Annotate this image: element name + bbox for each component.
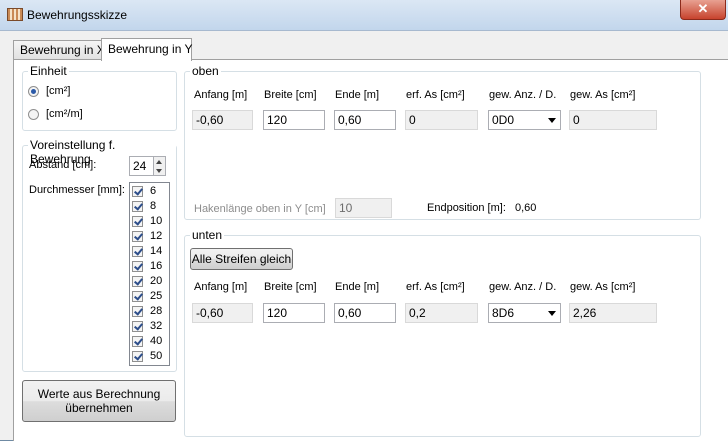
unten-gew-anz-value: 8D6 bbox=[492, 306, 515, 320]
oben-anfang-input: -0,60 bbox=[192, 110, 253, 130]
app-icon bbox=[7, 8, 23, 21]
checkbox-checked[interactable] bbox=[132, 336, 143, 347]
radio-cm2[interactable] bbox=[28, 86, 39, 97]
abstand-input[interactable]: 24 bbox=[129, 156, 154, 176]
unten-erf-as-input: 0,2 bbox=[405, 303, 478, 323]
breite-header: Breite [cm] bbox=[264, 281, 317, 293]
radio-cm2-label: [cm²] bbox=[46, 85, 71, 97]
chevron-down-icon[interactable] bbox=[548, 118, 556, 123]
checkbox-checked[interactable] bbox=[132, 291, 143, 302]
durchmesser-checklist[interactable]: 6 8 10 12 14 16 20 25 28 32 40 50 bbox=[129, 182, 170, 366]
checkbox-checked[interactable] bbox=[132, 216, 143, 227]
oben-gew-as-input: 0 bbox=[569, 110, 657, 130]
checkbox-checked[interactable] bbox=[132, 276, 143, 287]
gew-as-header: gew. As [cm²] bbox=[570, 89, 636, 101]
radio-cm2-per-m[interactable] bbox=[28, 109, 39, 120]
unten-anfang-input: -0,60 bbox=[192, 303, 253, 323]
oben-title: oben bbox=[190, 64, 221, 78]
oben-gew-anz-value: 0D0 bbox=[492, 113, 515, 127]
checkbox-checked[interactable] bbox=[132, 246, 143, 257]
anfang-header: Anfang [m] bbox=[194, 89, 248, 101]
erf-as-header: erf. As [cm²] bbox=[406, 281, 465, 293]
chevron-down-icon[interactable] bbox=[548, 311, 556, 316]
abstand-label: Abstand [cm]: bbox=[29, 159, 97, 171]
close-button[interactable]: ✕ bbox=[680, 0, 726, 20]
spin-down-icon[interactable] bbox=[156, 169, 162, 173]
unten-breite-input[interactable]: 120 bbox=[263, 303, 325, 323]
unten-title: unten bbox=[190, 228, 225, 242]
durchmesser-label: Durchmesser [mm]: bbox=[29, 184, 125, 196]
tab-bewehrung-x[interactable]: Bewehrung in X bbox=[13, 40, 105, 60]
oben-breite-input[interactable]: 120 bbox=[263, 110, 325, 130]
title-bar[interactable]: Bewehrungsskizze ✕ bbox=[0, 0, 728, 31]
checkbox-checked[interactable] bbox=[132, 261, 143, 272]
oben-ende-input[interactable]: 0,60 bbox=[334, 110, 396, 130]
unten-gew-as-input: 2,26 bbox=[569, 303, 657, 323]
gew-anz-header: gew. Anz. / D. bbox=[489, 89, 557, 101]
voreinstellung-group: Voreinstellung f. Bewehrung Abstand [cm]… bbox=[22, 138, 177, 372]
werte-button-line2: übernehmen bbox=[65, 401, 133, 415]
werte-uebernehmen-button[interactable]: Werte aus Berechnung übernehmen bbox=[22, 380, 176, 422]
endposition-label: Endposition [m]: bbox=[427, 202, 506, 214]
unten-group: unten Alle Streifen gleich Anfang [m] Br… bbox=[184, 228, 701, 437]
radio-cm2-per-m-label: [cm²/m] bbox=[46, 108, 83, 120]
alle-streifen-gleich-button[interactable]: Alle Streifen gleich bbox=[190, 248, 293, 270]
erf-as-header: erf. As [cm²] bbox=[406, 89, 465, 101]
checkbox-checked[interactable] bbox=[132, 321, 143, 332]
gew-anz-header: gew. Anz. / D. bbox=[489, 281, 557, 293]
hakenlaenge-input: 10 bbox=[335, 198, 392, 218]
abstand-spinner[interactable] bbox=[154, 156, 166, 176]
spin-up-icon[interactable] bbox=[156, 160, 162, 164]
checkbox-checked[interactable] bbox=[132, 231, 143, 242]
oben-erf-as-input: 0 bbox=[405, 110, 478, 130]
close-icon: ✕ bbox=[697, 1, 709, 16]
checkbox-checked[interactable] bbox=[132, 186, 143, 197]
anfang-header: Anfang [m] bbox=[194, 281, 248, 293]
einheit-group: Einheit [cm²] [cm²/m] bbox=[22, 64, 177, 131]
ende-header: Ende [m] bbox=[335, 89, 380, 101]
breite-header: Breite [cm] bbox=[264, 89, 317, 101]
werte-button-line1: Werte aus Berechnung bbox=[37, 387, 161, 401]
oben-gew-anz-select[interactable]: 0D0 bbox=[488, 110, 561, 130]
radio-selected-dot bbox=[31, 89, 36, 94]
checkbox-checked[interactable] bbox=[132, 201, 143, 212]
dialog-window: Bewehrungsskizze ✕ Bewehrung in X Bewehr… bbox=[0, 0, 728, 441]
checkbox-checked[interactable] bbox=[132, 306, 143, 317]
gew-as-header: gew. As [cm²] bbox=[570, 281, 636, 293]
checkbox-checked[interactable] bbox=[132, 351, 143, 362]
ende-header: Ende [m] bbox=[335, 281, 380, 293]
unten-ende-input[interactable]: 0,60 bbox=[334, 303, 396, 323]
window-title: Bewehrungsskizze bbox=[27, 8, 128, 22]
tab-panel-y: Einheit [cm²] [cm²/m] Voreinstellung f. … bbox=[13, 59, 728, 441]
oben-group: oben Anfang [m] Breite [cm] Ende [m] erf… bbox=[184, 64, 701, 220]
hakenlaenge-label: Hakenlänge oben in Y [cm] bbox=[194, 203, 326, 215]
einheit-title: Einheit bbox=[28, 64, 69, 78]
unten-gew-anz-select[interactable]: 8D6 bbox=[488, 303, 561, 323]
tab-bewehrung-y[interactable]: Bewehrung in Y bbox=[101, 38, 193, 61]
endposition-value: 0,60 bbox=[515, 202, 537, 214]
